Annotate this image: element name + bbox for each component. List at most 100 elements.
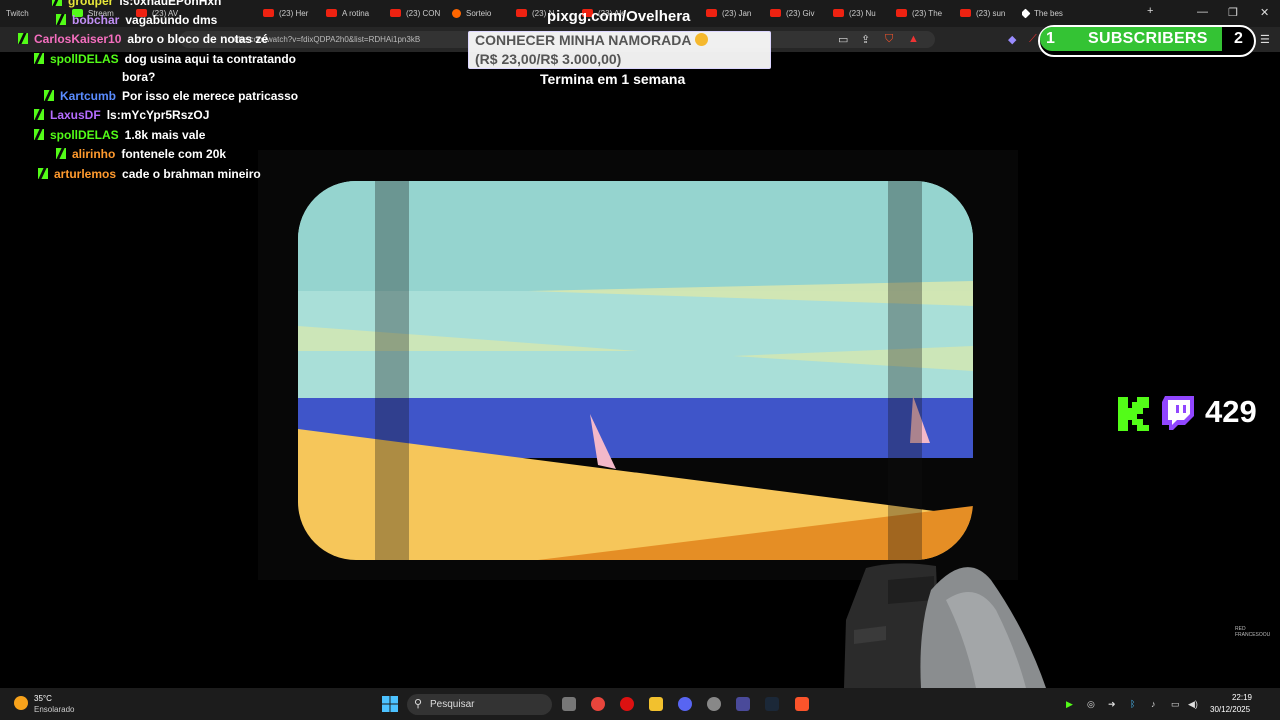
menu-icon[interactable]: ☰ — [1260, 33, 1270, 46]
chat-message: CarlosKaiser10 abro o bloco de notas zé — [18, 32, 268, 46]
cast-icon[interactable]: ▭ — [838, 33, 848, 46]
extension-icon-2[interactable]: ⟋ — [1029, 33, 1037, 46]
rewards-icon[interactable]: ▲ — [908, 33, 919, 45]
browser-tab-label: (23) Jan — [722, 8, 752, 18]
brave-shield-icon[interactable]: ⛉ — [885, 33, 893, 46]
chat-username: spollDELAS — [50, 128, 119, 142]
youtube-icon — [263, 9, 274, 17]
chat-message: arturlemos cade o brahman mineiro — [38, 167, 261, 181]
donation-goal-title: CONHECER MINHA NAMORADA — [475, 32, 708, 48]
youtube-icon — [390, 9, 401, 17]
tray-arrow-icon[interactable]: ➜ — [1108, 699, 1116, 710]
steam-icon[interactable] — [765, 697, 779, 711]
weather-description[interactable]: Ensolarado — [34, 705, 74, 714]
chat-text: Por isso ele merece patricasso — [122, 89, 299, 103]
kick-badge-icon — [34, 53, 44, 64]
chat-text: ls:mYcYpr5RszOJ — [106, 108, 210, 122]
windows-start-icon[interactable] — [382, 696, 398, 712]
donation-url: pixgg.com/Ovelhera — [547, 8, 691, 25]
browser-tab-label: (23) Giv — [786, 8, 815, 18]
browser-tab[interactable]: (23) Giv — [770, 4, 825, 22]
taskbar-search-placeholder[interactable]: Pesquisar — [430, 699, 474, 710]
browser-tab[interactable]: A rotina — [326, 4, 382, 22]
browser-tab-label: (23) CON — [406, 8, 441, 18]
browser-tab-label: (23) Her — [279, 8, 309, 18]
chrome-icon[interactable] — [591, 697, 605, 711]
chat-text: vagabundo dms — [125, 13, 218, 27]
taskbar-date[interactable]: 30/12/2025 — [1210, 705, 1250, 714]
kick-badge-icon — [56, 14, 66, 25]
volume-icon[interactable]: ◀) — [1188, 699, 1198, 710]
youtube-icon — [706, 9, 717, 17]
browser-tab-label: (23) Nu — [849, 8, 876, 18]
browser-tab[interactable]: (23) CON — [390, 4, 444, 22]
subscriber-label: SUBSCRIBERS — [1088, 30, 1208, 47]
kick-logo-icon — [1118, 397, 1149, 431]
youtube-icon — [770, 9, 781, 17]
browser-tab[interactable]: The bes — [1022, 4, 1078, 22]
browser-tab-label: Twitch — [6, 8, 29, 18]
browser-tab[interactable]: (23) sun — [960, 4, 1014, 22]
weather-temperature[interactable]: 35°C — [34, 694, 52, 703]
extension-icon[interactable]: ◆ — [1008, 33, 1016, 46]
twitch-logo-icon — [1162, 396, 1194, 430]
window-frame-left — [375, 181, 409, 560]
youtube-icon — [326, 9, 337, 17]
chat-message: LaxusDF ls:mYcYpr5RszOJ — [34, 108, 209, 122]
browser-tab-label: (23) The — [912, 8, 943, 18]
search-icon: ⚲ — [414, 698, 423, 710]
chat-message: bobchar vagabundo dms — [56, 13, 217, 27]
brave-icon[interactable] — [795, 697, 809, 711]
browser-tab[interactable]: (23) Her — [263, 4, 318, 22]
browser-tab-label: (23) sun — [976, 8, 1006, 18]
subscriber-goal: 2 — [1234, 30, 1243, 47]
chat-username: LaxusDF — [50, 108, 101, 122]
browser-tab[interactable]: (23) Nu — [833, 4, 888, 22]
chat-text-continuation: bora? — [122, 70, 156, 84]
browser-tab-label: The bes — [1034, 8, 1063, 18]
chat-message: grouper ls:0xnauEPonHxn — [52, 0, 221, 8]
maximize-icon[interactable]: ❐ — [1228, 6, 1238, 19]
discord-icon[interactable] — [678, 697, 692, 711]
chat-text: ls:0xnauEPonHxn — [119, 0, 222, 8]
obs-icon[interactable] — [707, 697, 721, 711]
bluetooth-icon[interactable]: ᛒ — [1130, 699, 1135, 709]
taskbar-clock[interactable]: 22:19 — [1224, 693, 1252, 702]
viewer-count: 429 — [1205, 394, 1257, 429]
chat-text: 1.8k mais vale — [124, 128, 206, 142]
chat-username: arturlemos — [54, 167, 117, 181]
microphone-icon[interactable]: ♪ — [1151, 699, 1156, 709]
chat-message: alirinho fontenele com 20k — [56, 147, 226, 161]
browser-tab-label: A rotina — [342, 8, 370, 18]
app-icon[interactable] — [736, 697, 750, 711]
youtube-icon — [833, 9, 844, 17]
chat-text: cade o brahman mineiro — [122, 167, 261, 181]
taskbar-search-box[interactable] — [407, 694, 552, 715]
youtube-icon — [516, 9, 527, 17]
browser-tab[interactable]: (23) The — [896, 4, 952, 22]
donation-goal-progress: (R$ 23,00/R$ 3.000,00) — [475, 51, 622, 67]
file-explorer-icon[interactable] — [649, 697, 663, 711]
browser-tab[interactable]: Sorteio — [452, 4, 508, 22]
kick-badge-icon — [34, 129, 44, 140]
kick-badge-icon — [38, 168, 48, 179]
browser-tab[interactable]: (23) Jan — [706, 4, 762, 22]
minimize-icon[interactable]: — — [1197, 6, 1208, 18]
chat-message: spollDELAS 1.8k mais vale — [34, 128, 205, 142]
tray-app-icon[interactable]: ◎ — [1087, 699, 1095, 710]
chat-username: CarlosKaiser10 — [34, 32, 122, 46]
weather-sun-icon[interactable] — [14, 696, 28, 710]
tray-play-icon[interactable]: ▶ — [1066, 699, 1073, 710]
task-view-icon[interactable] — [562, 697, 576, 711]
share-icon[interactable]: ⇪ — [861, 33, 870, 46]
close-icon[interactable]: ✕ — [1260, 6, 1269, 19]
kick-badge-icon — [56, 148, 66, 159]
chat-text: fontenele com 20k — [121, 147, 227, 161]
kick-badge-icon — [44, 90, 54, 101]
new-tab-button[interactable]: + — [1147, 5, 1153, 17]
diamond-icon — [1022, 8, 1031, 18]
kick-badge-icon — [34, 109, 44, 120]
chat-username: spollDELAS — [50, 52, 119, 66]
network-icon[interactable]: ▭ — [1171, 699, 1180, 710]
opera-icon[interactable] — [620, 697, 634, 711]
